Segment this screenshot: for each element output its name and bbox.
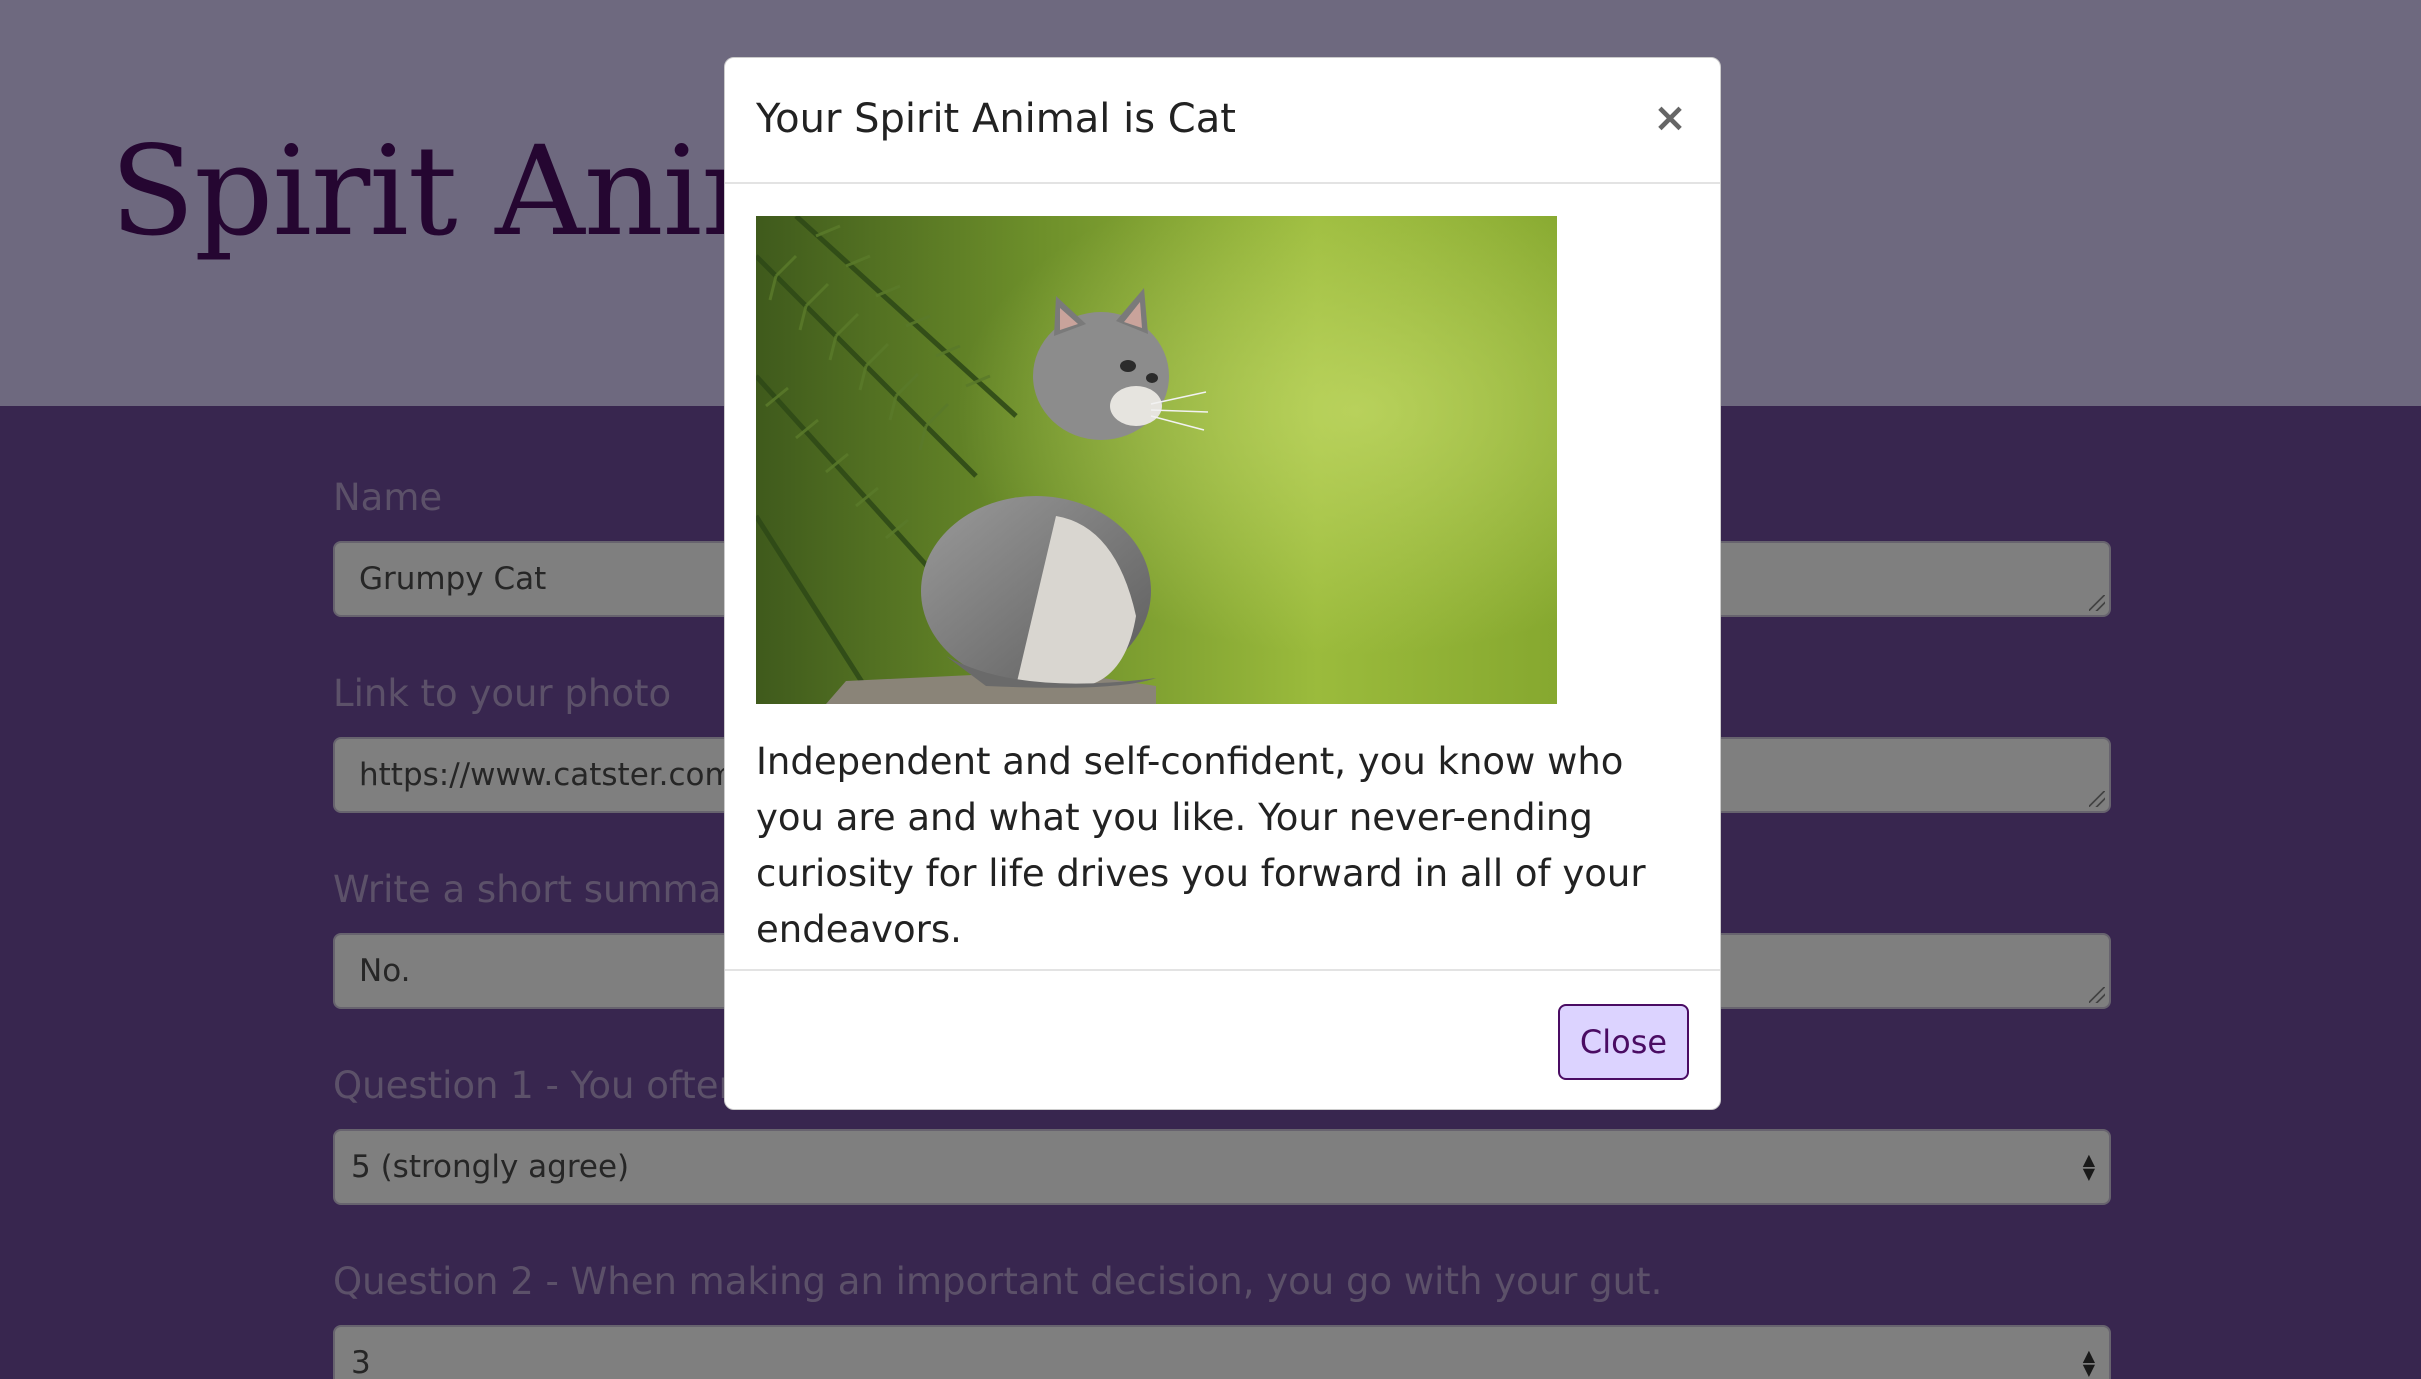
modal-header: Your Spirit Animal is Cat × [725,58,1720,184]
modal-title: Your Spirit Animal is Cat [756,96,1236,142]
modal-footer: Close [725,969,1720,1109]
modal-description: Independent and self-confident, you know… [756,740,1646,951]
cat-image [756,216,1557,704]
close-icon[interactable]: × [1648,96,1692,140]
result-modal: Your Spirit Animal is Cat × Independent … [724,57,1721,1110]
cat-photo-illustration [756,216,1557,704]
close-button[interactable]: Close [1558,1004,1689,1080]
